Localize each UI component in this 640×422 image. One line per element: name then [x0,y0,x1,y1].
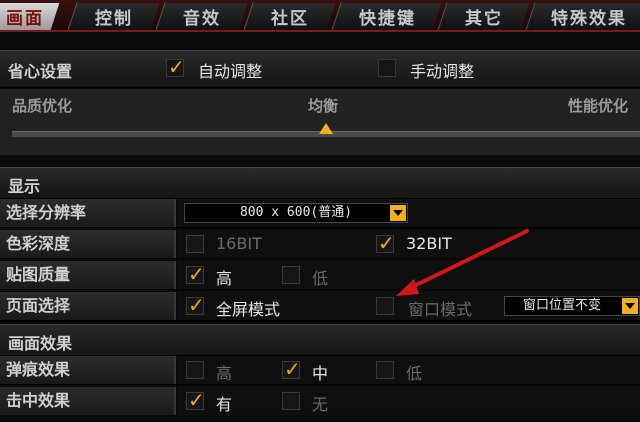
resolution-label: 选择分辨率 [0,199,176,227]
texture-quality-row: 贴图质量 高 低 [0,261,640,290]
effects-section-bar: 画面效果 [0,324,640,356]
performance-label: 性能优化 [568,97,629,115]
window-position-value: 窗口位置不变 [523,298,602,313]
quality-label: 品质优化 [12,97,73,115]
fullscreen-checkbox[interactable] [186,293,205,317]
manual-adjust-label: 手动调整 [410,62,475,81]
display-title: 显示 [8,177,41,196]
bullet-mid-label: 中 [312,364,329,383]
chevron-down-icon[interactable] [390,205,406,221]
tab-label: 控制 [95,9,133,29]
tab-special-effects[interactable]: 特殊效果 [525,3,640,30]
display-section-bar: 显示 [0,167,640,199]
hit-effect-label: 击中效果 [0,387,176,415]
page-select-label: 页面选择 [0,292,176,320]
quality-slider-area: 品质优化 均衡 性能优化 [0,89,640,155]
bullet-high-checkbox[interactable] [186,361,204,379]
color-32bit-checkbox[interactable] [376,231,395,255]
quality-slider-thumb[interactable] [319,123,333,134]
color-16bit-checkbox[interactable] [186,235,204,253]
tab-other[interactable]: 其它 [437,3,530,30]
tab-control[interactable]: 控制 [67,3,160,30]
easy-settings-title: 省心设置 [8,62,73,81]
tab-bar: 画面 控制 音效 社区 快捷键 其它 特殊效果 [0,0,640,32]
hit-no-label: 无 [312,395,329,414]
tab-display[interactable]: 画面 [0,3,60,30]
resolution-row: 选择分辨率 800 x 600(普通) [0,199,640,228]
auto-adjust-label: 自动调整 [198,62,263,81]
resolution-select[interactable]: 800 x 600(普通) [184,203,408,223]
window-mode-label: 窗口模式 [408,300,473,319]
balanced-label: 均衡 [308,97,339,115]
tab-label: 音效 [183,9,221,29]
resolution-value: 800 x 600(普通) [239,205,353,220]
tab-label: 社区 [271,9,309,29]
texture-low-label: 低 [312,269,329,288]
color-32bit-label: 32BIT [406,234,452,253]
tab-sound[interactable]: 音效 [155,3,248,30]
tab-shortcuts[interactable]: 快捷键 [331,3,442,30]
bullet-effect-row: 弹痕效果 高 中 低 [0,356,640,385]
hit-yes-label: 有 [216,395,233,414]
easy-settings-bar: 省心设置 自动调整 手动调整 [0,50,640,88]
bullet-mid-checkbox[interactable] [282,357,301,381]
color-depth-row: 色彩深度 16BIT 32BIT [0,230,640,259]
effects-title: 画面效果 [8,334,73,353]
auto-adjust-checkbox[interactable] [166,55,185,79]
hit-effect-row: 击中效果 有 无 [0,387,640,422]
window-mode-checkbox[interactable] [376,297,394,315]
bullet-low-checkbox[interactable] [376,361,394,379]
color-16bit-label: 16BIT [216,234,262,253]
texture-low-checkbox[interactable] [282,266,300,284]
texture-high-checkbox[interactable] [186,262,205,286]
texture-quality-label: 贴图质量 [0,261,176,289]
bullet-effect-label: 弹痕效果 [0,356,176,384]
tab-label: 画面 [6,9,45,29]
texture-high-label: 高 [216,269,233,288]
chevron-down-icon[interactable] [622,298,638,314]
color-depth-label: 色彩深度 [0,230,176,258]
manual-adjust-checkbox[interactable] [378,59,396,77]
bullet-low-label: 低 [406,364,423,383]
tab-community[interactable]: 社区 [243,3,336,30]
hit-no-checkbox[interactable] [282,392,300,410]
bullet-high-label: 高 [216,364,233,383]
tab-label: 快捷键 [358,9,416,29]
page-select-row: 页面选择 全屏模式 窗口模式 窗口位置不变 [0,292,640,321]
hit-yes-checkbox[interactable] [186,388,205,412]
fullscreen-label: 全屏模式 [216,300,281,319]
tab-label: 特殊效果 [551,9,627,29]
window-position-select[interactable]: 窗口位置不变 [504,296,640,316]
tab-label: 其它 [465,9,503,29]
